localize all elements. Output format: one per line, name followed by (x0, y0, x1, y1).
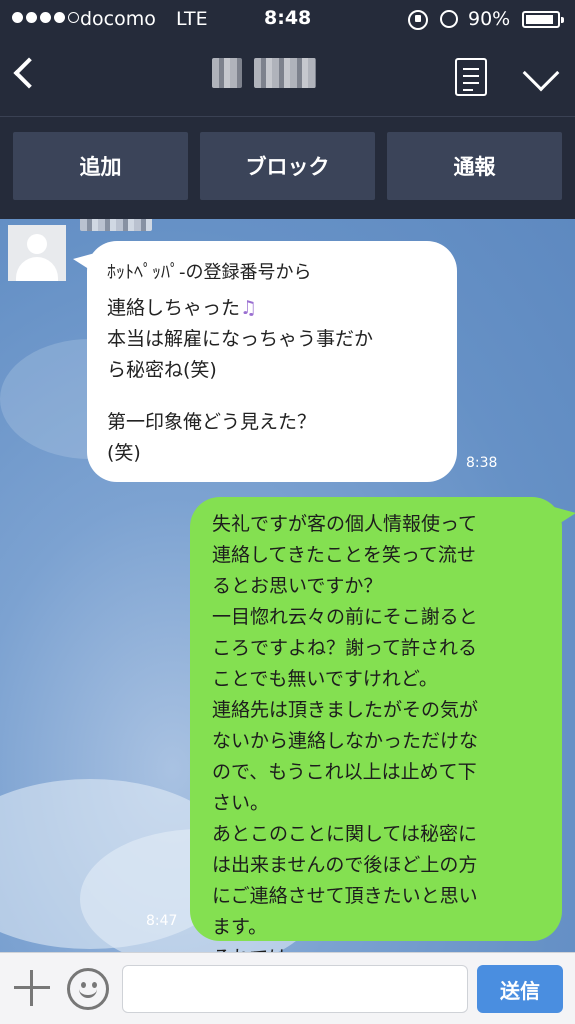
orientation-lock-icon (408, 10, 428, 30)
message-line: 失礼ですが客の個人情報使って (212, 513, 478, 535)
status-time: 8:48 (264, 7, 312, 29)
message-line: ら秘密ね(笑) (107, 359, 217, 381)
sender-name-blurred (80, 219, 152, 233)
message-line: ないから連絡しなかっただけな (212, 730, 479, 752)
incoming-message-bubble[interactable]: ﾎｯﾄﾍﾟｯﾊﾟ-の登録番号から 連絡しちゃった♫ 本当は解雇になっちゃう事だか… (73, 241, 457, 482)
message-line: 連絡先は頂きましたがその気が (212, 699, 479, 721)
send-button[interactable]: 送信 (477, 965, 563, 1013)
message-line: あとこのことに関しては秘密に (212, 823, 478, 845)
outgoing-message-bubble[interactable]: 失礼ですが客の個人情報使って 連絡してきたことを笑って流せ るとお思いですか？ … (190, 497, 575, 952)
chat-area[interactable]: ﾎｯﾄﾍﾟｯﾊﾟ-の登録番号から 連絡しちゃった♫ 本当は解雇になっちゃう事だか… (0, 219, 575, 952)
alarm-icon (440, 10, 458, 28)
battery-fill (526, 15, 553, 24)
message-line: ﾎｯﾄﾍﾟｯﾊﾟ-の登録番号から (107, 262, 312, 283)
message-line: 本当は解雇になっちゃう事だか (107, 328, 374, 350)
message-line (107, 386, 457, 407)
message-input[interactable] (122, 965, 468, 1013)
smile-icon[interactable] (67, 968, 109, 1010)
battery-icon (522, 11, 564, 28)
contact-name-blurred (212, 58, 322, 88)
status-bar: docomo LTE 8:48 90% (0, 0, 575, 38)
message-line: さい。 (212, 792, 270, 814)
message-time: 8:47 (146, 913, 178, 929)
input-bar: 送信 (0, 952, 575, 1024)
report-button[interactable]: 通報 (387, 132, 562, 200)
message-line: 第一印象俺どう見えた？ (107, 411, 317, 433)
avatar[interactable] (8, 225, 66, 281)
top-bar: docomo LTE 8:48 90% (0, 0, 575, 116)
battery-percent: 90% (468, 8, 511, 30)
carrier-name: docomo (80, 8, 156, 30)
block-button[interactable]: ブロック (200, 132, 375, 200)
notes-icon[interactable] (455, 58, 487, 96)
message-line: にご連絡させて頂きたいと思い (212, 885, 478, 907)
message-line: (笑) (107, 442, 141, 464)
message-line: それでは (212, 943, 562, 952)
signal-icon (12, 12, 79, 23)
music-note-icon: ♫ (240, 297, 258, 319)
add-button[interactable]: 追加 (13, 132, 188, 200)
back-icon[interactable] (13, 57, 45, 89)
message-line: ころですよね？謝って許される (212, 637, 478, 659)
message-line: るとお思いですか？ (212, 575, 383, 597)
plus-icon[interactable] (14, 970, 50, 1006)
message-line: は出来ませんので後ほど上の方 (212, 854, 478, 876)
message-time: 8:38 (466, 455, 498, 471)
action-bar: 追加 ブロック 通報 (0, 116, 575, 219)
message-line: ます。 (212, 916, 268, 938)
message-line: 連絡してきたことを笑って流せ (212, 544, 476, 566)
chevron-down-icon[interactable] (522, 54, 560, 92)
message-line: 連絡しちゃった♫ (107, 297, 258, 319)
message-line: ので、もうこれ以上は止めて下 (212, 761, 477, 783)
message-line: ことでも無いですけれど。 (212, 668, 438, 690)
network-type: LTE (176, 8, 208, 30)
message-line: 一目惚れ云々の前にそこ謝ると (212, 606, 478, 628)
